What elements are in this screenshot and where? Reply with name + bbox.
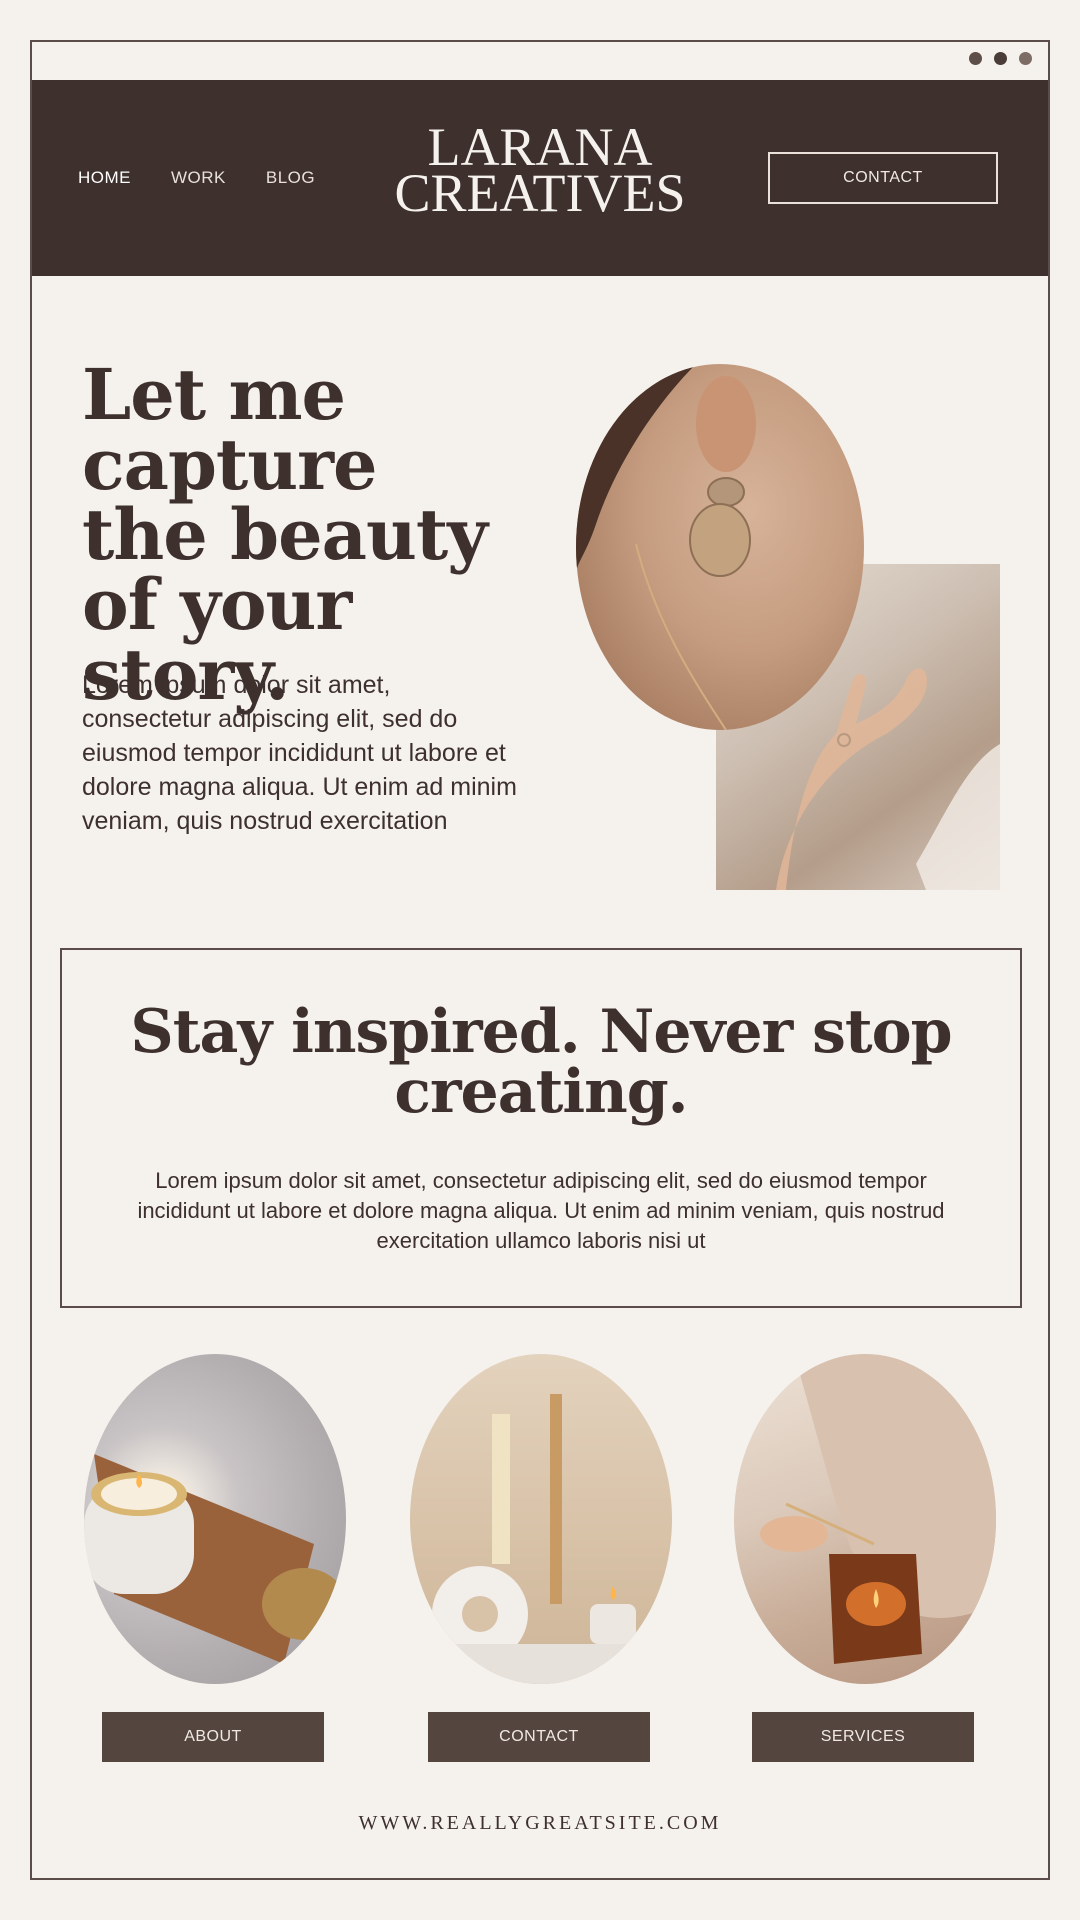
services-button[interactable]: SERVICES <box>752 1712 974 1762</box>
candle-tray-photo <box>84 1354 346 1684</box>
about-button[interactable]: ABOUT <box>102 1712 324 1762</box>
hero-paragraph: Lorem ipsum dolor sit amet, consectetur … <box>82 671 517 835</box>
quote-title: Stay inspired. Never stop creating. <box>130 997 952 1127</box>
header-contact-button[interactable]: CONTACT <box>768 152 998 204</box>
window-controls <box>969 52 1032 65</box>
site-header: HOME WORK BLOG LARANA CREATIVES CONTACT <box>32 80 1048 276</box>
candle-tray-illustration <box>84 1454 346 1664</box>
window-dot-1[interactable] <box>969 52 982 65</box>
inspiration-box: Stay inspired. Never stop creating. Lore… <box>60 948 1022 1308</box>
earring-portrait-photo <box>576 364 864 730</box>
window-dot-3[interactable] <box>1019 52 1032 65</box>
browser-frame: HOME WORK BLOG LARANA CREATIVES CONTACT … <box>30 40 1050 1880</box>
hero-title: Let me capture the beauty of your story. <box>82 353 488 716</box>
footer-url[interactable]: WWW.REALLYGREATSITE.COM <box>32 1812 1048 1835</box>
contact-button[interactable]: CONTACT <box>428 1712 650 1762</box>
window-dot-2[interactable] <box>994 52 1007 65</box>
candles-photo <box>410 1354 672 1684</box>
quote-paragraph: Lorem ipsum dolor sit amet, consectetur … <box>137 1168 945 1253</box>
lighting-candle-illustration <box>760 1354 996 1664</box>
lighting-candle-photo <box>734 1354 996 1684</box>
earring-illustration <box>576 364 756 730</box>
candles-illustration <box>410 1394 672 1684</box>
